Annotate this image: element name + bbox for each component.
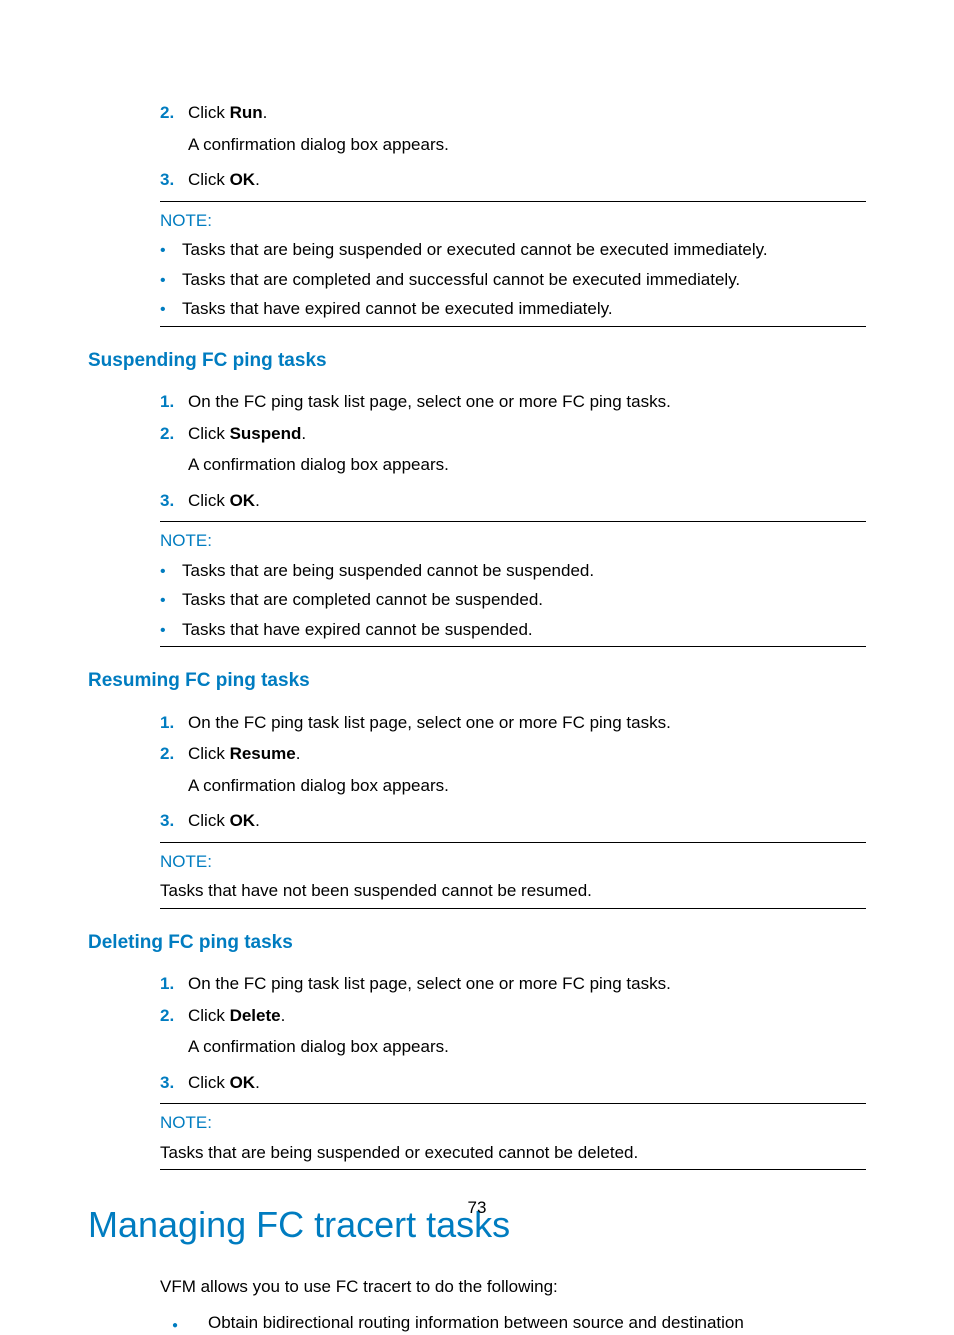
note-label: NOTE:: [160, 208, 866, 234]
note-label: NOTE:: [160, 1110, 866, 1136]
step-item: 1. On the FC ping task list page, select…: [160, 710, 866, 736]
step-item: 2. Click Delete.: [160, 1003, 866, 1029]
step-number: 3.: [160, 1070, 188, 1096]
step-text: On the FC ping task list page, select on…: [188, 710, 866, 736]
note-item: •Tasks that are being suspended or execu…: [160, 237, 866, 263]
step-number: 3.: [160, 488, 188, 514]
note-block: NOTE: Tasks that are being suspended or …: [160, 1103, 866, 1170]
top-steps: 2. Click Run. A confirmation dialog box …: [160, 100, 866, 327]
step-number: 3.: [160, 808, 188, 834]
step-item: 3. Click OK.: [160, 167, 866, 193]
step-number: 2.: [160, 741, 188, 767]
step-text: Click OK.: [188, 488, 866, 514]
note-label: NOTE:: [160, 849, 866, 875]
step-item: 2. Click Suspend.: [160, 421, 866, 447]
step-text: Click OK.: [188, 808, 866, 834]
step-text: Click Run.: [188, 100, 866, 126]
note-item: •Tasks that are being suspended cannot b…: [160, 558, 866, 584]
note-block: NOTE: Tasks that have not been suspended…: [160, 842, 866, 909]
note-text: Tasks that have not been suspended canno…: [160, 878, 866, 904]
note-text: Tasks that are being suspended or execut…: [160, 1140, 866, 1166]
step-subtext: A confirmation dialog box appears.: [188, 1034, 866, 1060]
step-text: Click OK.: [188, 1070, 866, 1096]
step-number: 2.: [160, 1003, 188, 1029]
step-text: Click Delete.: [188, 1003, 866, 1029]
step-text: On the FC ping task list page, select on…: [188, 971, 866, 997]
heading-deleting: Deleting FC ping tasks: [88, 929, 866, 958]
step-number: 2.: [160, 100, 188, 126]
step-number: 1.: [160, 710, 188, 736]
note-item: •Tasks that have expired cannot be suspe…: [160, 617, 866, 643]
step-number: 1.: [160, 389, 188, 415]
step-item: 1. On the FC ping task list page, select…: [160, 389, 866, 415]
step-item: 3. Click OK.: [160, 488, 866, 514]
step-item: 2. Click Resume.: [160, 741, 866, 767]
step-subtext: A confirmation dialog box appears.: [188, 132, 866, 158]
step-subtext: A confirmation dialog box appears.: [188, 452, 866, 478]
step-item: 2. Click Run.: [160, 100, 866, 126]
step-subtext: A confirmation dialog box appears.: [188, 773, 866, 799]
page-number: 73: [0, 1195, 954, 1221]
step-number: 2.: [160, 421, 188, 447]
step-text: Click OK.: [188, 167, 866, 193]
tracert-item: ● Obtain bidirectional routing informati…: [160, 1310, 866, 1335]
note-item: •Tasks that are completed and successful…: [160, 267, 866, 293]
heading-suspending: Suspending FC ping tasks: [88, 347, 866, 376]
note-label: NOTE:: [160, 528, 866, 554]
step-number: 1.: [160, 971, 188, 997]
step-item: 3. Click OK.: [160, 808, 866, 834]
step-item: 1. On the FC ping task list page, select…: [160, 971, 866, 997]
note-item: •Tasks that have expired cannot be execu…: [160, 296, 866, 322]
heading-resuming: Resuming FC ping tasks: [88, 667, 866, 696]
note-item: •Tasks that are completed cannot be susp…: [160, 587, 866, 613]
note-block: NOTE: •Tasks that are being suspended ca…: [160, 521, 866, 647]
step-text: On the FC ping task list page, select on…: [188, 389, 866, 415]
note-block: NOTE: •Tasks that are being suspended or…: [160, 201, 866, 327]
step-number: 3.: [160, 167, 188, 193]
step-item: 3. Click OK.: [160, 1070, 866, 1096]
step-text: Click Resume.: [188, 741, 866, 767]
step-text: Click Suspend.: [188, 421, 866, 447]
